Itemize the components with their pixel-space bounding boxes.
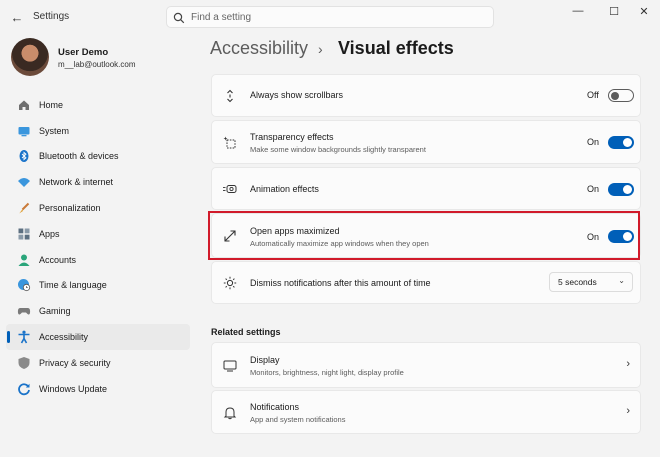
system-icon [16,123,32,139]
transparency-icon [222,135,238,151]
monitor-icon [222,358,238,374]
sidebar-item-bluetooth[interactable]: Bluetooth & devices [6,144,190,170]
scrollbar-icon [222,88,238,104]
scrollbars-toggle[interactable] [608,89,634,102]
sidebar-item-label: Accessibility [39,332,89,343]
search-icon [173,11,185,29]
chevron-right-icon: › [626,405,630,417]
brush-icon [16,200,32,216]
avatar[interactable] [11,38,49,76]
search-input[interactable] [191,9,481,25]
sidebar-item-label: Windows Update [39,383,108,394]
shield-icon [16,355,32,371]
gamepad-icon [16,303,32,319]
sidebar-item-windows-update[interactable]: Windows Update [6,376,190,402]
sidebar-item-accounts[interactable]: Accounts [6,247,190,273]
sidebar-item-label: Home [39,99,64,110]
sidebar-item-gaming[interactable]: Gaming [6,298,190,324]
sidebar-item-label: Time & language [39,280,107,291]
bell-icon [222,405,238,421]
related-item-display[interactable]: Display Monitors, brightness, night ligh… [211,342,641,388]
sidebar-item-time-language[interactable]: Time & language [6,273,190,299]
chevron-down-icon: ⌄ [618,276,625,285]
animation-toggle[interactable] [608,183,634,196]
toggle-state-label: Off [587,90,599,100]
user-name: User Demo [58,47,109,58]
setting-title: Dismiss notifications after this amount … [250,278,431,288]
sidebar-item-label: Network & internet [39,177,114,188]
sidebar-item-system[interactable]: System [6,118,190,144]
setting-title: Animation effects [250,184,319,194]
sidebar-item-label: Accounts [39,254,77,265]
setting-subtitle: Make some window backgrounds slightly tr… [250,145,426,154]
breadcrumb-separator: › [318,41,323,57]
toggle-knob [623,185,632,194]
animation-icon [222,181,238,197]
toggle-knob [623,138,632,147]
sidebar-item-personalization[interactable]: Personalization [6,195,190,221]
sidebar-item-apps[interactable]: Apps [6,221,190,247]
setting-title: Always show scrollbars [250,90,344,100]
sun-icon [222,275,238,291]
setting-transparency: Transparency effects Make some window ba… [211,120,641,164]
setting-title: Display [250,355,280,365]
apps-icon [16,226,32,242]
sidebar-item-home[interactable]: Home [6,92,190,118]
setting-subtitle: App and system notifications [250,415,346,424]
toggle-state-label: On [587,184,600,194]
notification-timeout-dropdown[interactable]: 5 seconds ⌄ [549,272,633,292]
sidebar-item-label: Gaming [39,306,71,317]
search-box[interactable] [166,6,494,28]
setting-animation: Animation effects On [211,167,641,210]
sidebar-item-network[interactable]: Network & internet [6,169,190,195]
setting-title: Notifications [250,402,300,412]
sidebar-item-label: Apps [39,228,60,239]
page-title: Visual effects [338,38,454,58]
globe-clock-icon [16,277,32,293]
accessibility-icon [16,329,32,345]
setting-scrollbars: Always show scrollbars Off [211,74,641,117]
dropdown-value: 5 seconds [558,277,597,287]
setting-title: Transparency effects [250,132,334,142]
update-icon [16,381,32,397]
title-bar: ← Settings — ☐ ✕ [0,0,660,34]
home-icon [16,97,32,113]
highlight-box [208,211,640,260]
setting-notification-timeout: Dismiss notifications after this amount … [211,261,641,304]
bluetooth-icon [16,148,32,164]
setting-subtitle: Monitors, brightness, night light, displ… [250,368,404,377]
user-email: m__lab@outlook.com [58,60,136,69]
sidebar-item-label: Bluetooth & devices [39,151,119,162]
sidebar-item-label: Personalization [39,203,101,214]
sidebar-item-accessibility[interactable]: Accessibility [6,324,190,350]
chevron-right-icon: › [626,358,630,370]
sidebar-item-privacy-security[interactable]: Privacy & security [6,350,190,376]
back-button[interactable]: ← [8,8,26,26]
transparency-toggle[interactable] [608,136,634,149]
minimize-button[interactable]: — [560,0,596,22]
sidebar-nav: Home System Bluetooth & devices Network … [6,92,190,402]
app-title: Settings [33,11,70,22]
toggle-state-label: On [587,137,600,147]
toggle-knob [611,91,619,100]
related-settings-heading: Related settings [211,327,281,337]
sidebar-item-label: System [39,125,70,136]
breadcrumb-parent[interactable]: Accessibility [210,38,308,59]
network-icon [16,174,32,190]
sidebar-item-label: Privacy & security [39,357,111,368]
related-item-notifications[interactable]: Notifications App and system notificatio… [211,390,641,434]
accounts-icon [16,252,32,268]
close-button[interactable]: ✕ [626,0,660,22]
